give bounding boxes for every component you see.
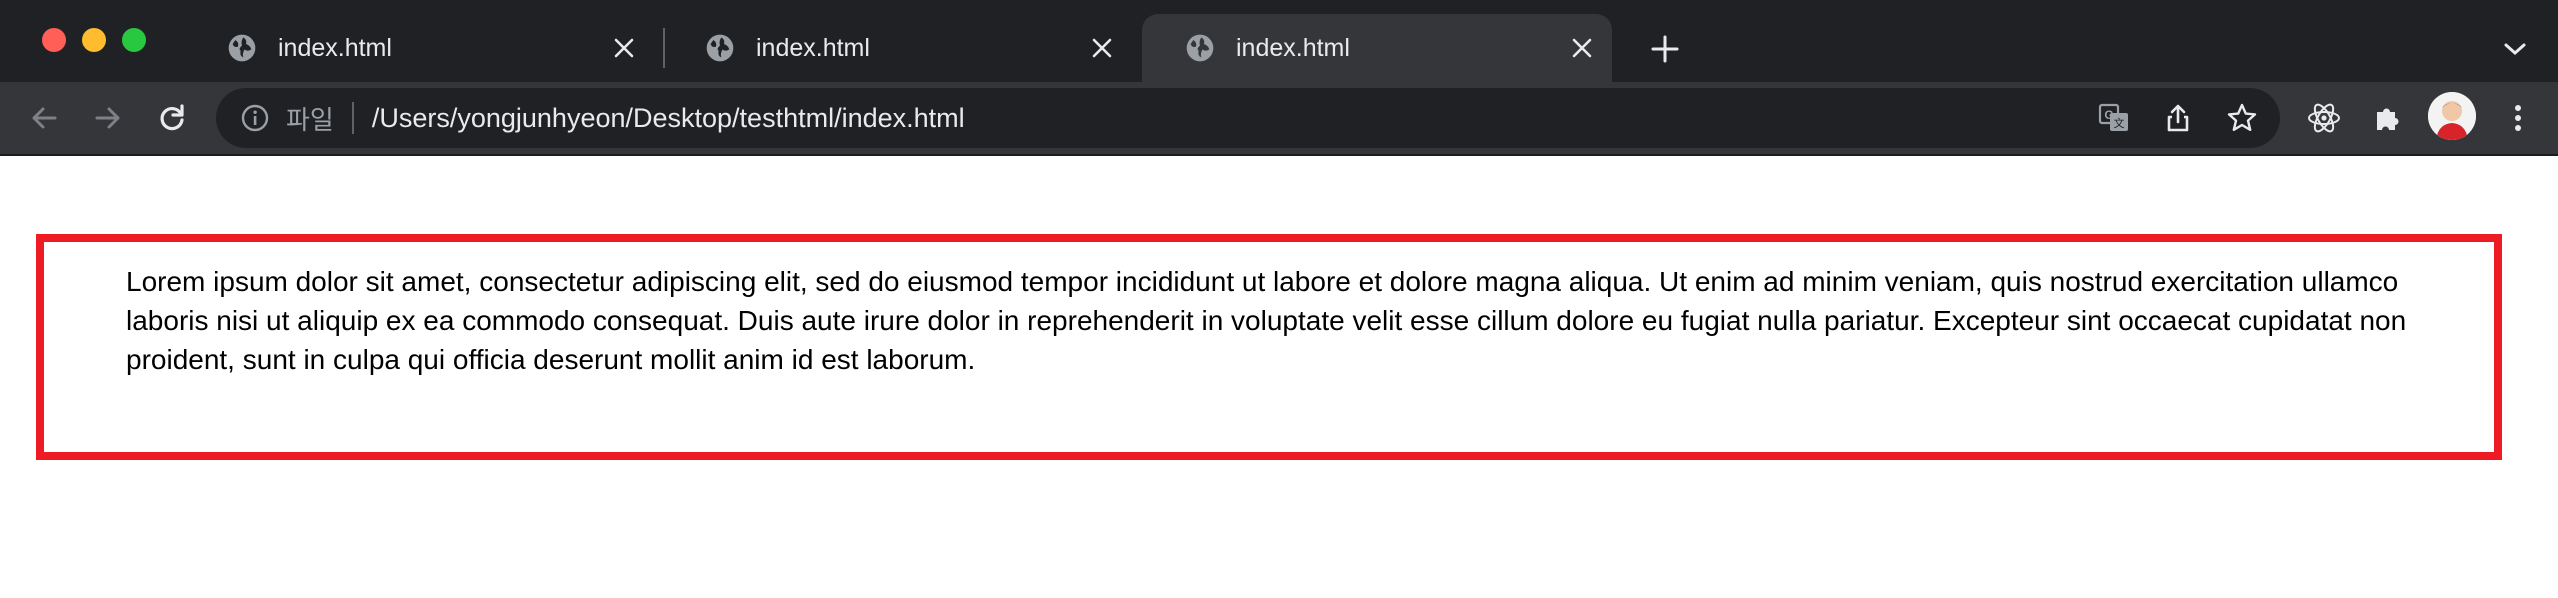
- bookmark-button[interactable]: [2216, 92, 2268, 144]
- window-close-button[interactable]: [42, 28, 66, 52]
- tab-3-active[interactable]: index.html: [1142, 14, 1612, 82]
- extensions-puzzle-icon: [2377, 108, 2399, 130]
- react-devtools-extension-button[interactable]: [2298, 92, 2350, 144]
- url-scheme-label: 파일: [286, 104, 334, 135]
- reload-icon: [160, 104, 184, 131]
- tab-close-button[interactable]: [1082, 28, 1122, 68]
- new-tab-button[interactable]: [1640, 24, 1690, 74]
- close-icon: [1572, 38, 1592, 58]
- site-info-button[interactable]: [238, 101, 272, 135]
- tab-search-button[interactable]: [2490, 24, 2540, 74]
- arrow-right-icon: [95, 107, 120, 129]
- window-minimize-button[interactable]: [82, 28, 106, 52]
- bookmark-star-icon: [2227, 103, 2257, 131]
- arrow-left-icon: [32, 107, 57, 129]
- globe-icon: [228, 34, 256, 62]
- info-icon: [241, 104, 269, 132]
- tab-2[interactable]: index.html: [662, 14, 1132, 82]
- share-button[interactable]: [2152, 92, 2204, 144]
- back-button[interactable]: [18, 92, 70, 144]
- chevron-down-icon: [2504, 43, 2526, 56]
- globe-icon: [706, 34, 734, 62]
- browser-menu-button[interactable]: [2492, 92, 2544, 144]
- profile-avatar[interactable]: [2428, 92, 2476, 140]
- tab-close-button[interactable]: [1562, 28, 1602, 68]
- tab-title: index.html: [1236, 33, 1350, 62]
- tab-1[interactable]: index.html: [184, 14, 654, 82]
- translate-button[interactable]: G 文: [2088, 92, 2140, 144]
- tab-title: index.html: [278, 33, 392, 62]
- reload-button[interactable]: [146, 92, 198, 144]
- close-icon: [1092, 38, 1112, 58]
- react-devtools-icon: [2308, 103, 2340, 133]
- plus-icon: [1651, 35, 1679, 63]
- translate-icon: G 文: [2098, 103, 2128, 131]
- address-separator: [351, 102, 354, 134]
- tab-strip: index.html index.html index.html: [0, 0, 2558, 82]
- tab-title: index.html: [756, 33, 870, 62]
- close-icon: [614, 38, 634, 58]
- window-zoom-button[interactable]: [122, 28, 146, 52]
- lorem-paragraph: Lorem ipsum dolor sit amet, consectetur …: [126, 266, 2407, 375]
- kebab-menu-icon: [2515, 105, 2521, 131]
- svg-text:文: 文: [2114, 116, 2125, 130]
- url-text[interactable]: /Users/yongjunhyeon/Desktop/testhtml/ind…: [372, 103, 2088, 134]
- browser-toolbar: 파일 /Users/yongjunhyeon/Desktop/testhtml/…: [0, 82, 2558, 156]
- extensions-button[interactable]: [2362, 92, 2414, 144]
- globe-icon: [1186, 34, 1214, 62]
- address-bar[interactable]: 파일 /Users/yongjunhyeon/Desktop/testhtml/…: [216, 88, 2280, 148]
- tab-close-button[interactable]: [604, 28, 644, 68]
- avatar: [2428, 92, 2476, 140]
- share-icon: [2167, 104, 2189, 132]
- forward-button[interactable]: [82, 92, 134, 144]
